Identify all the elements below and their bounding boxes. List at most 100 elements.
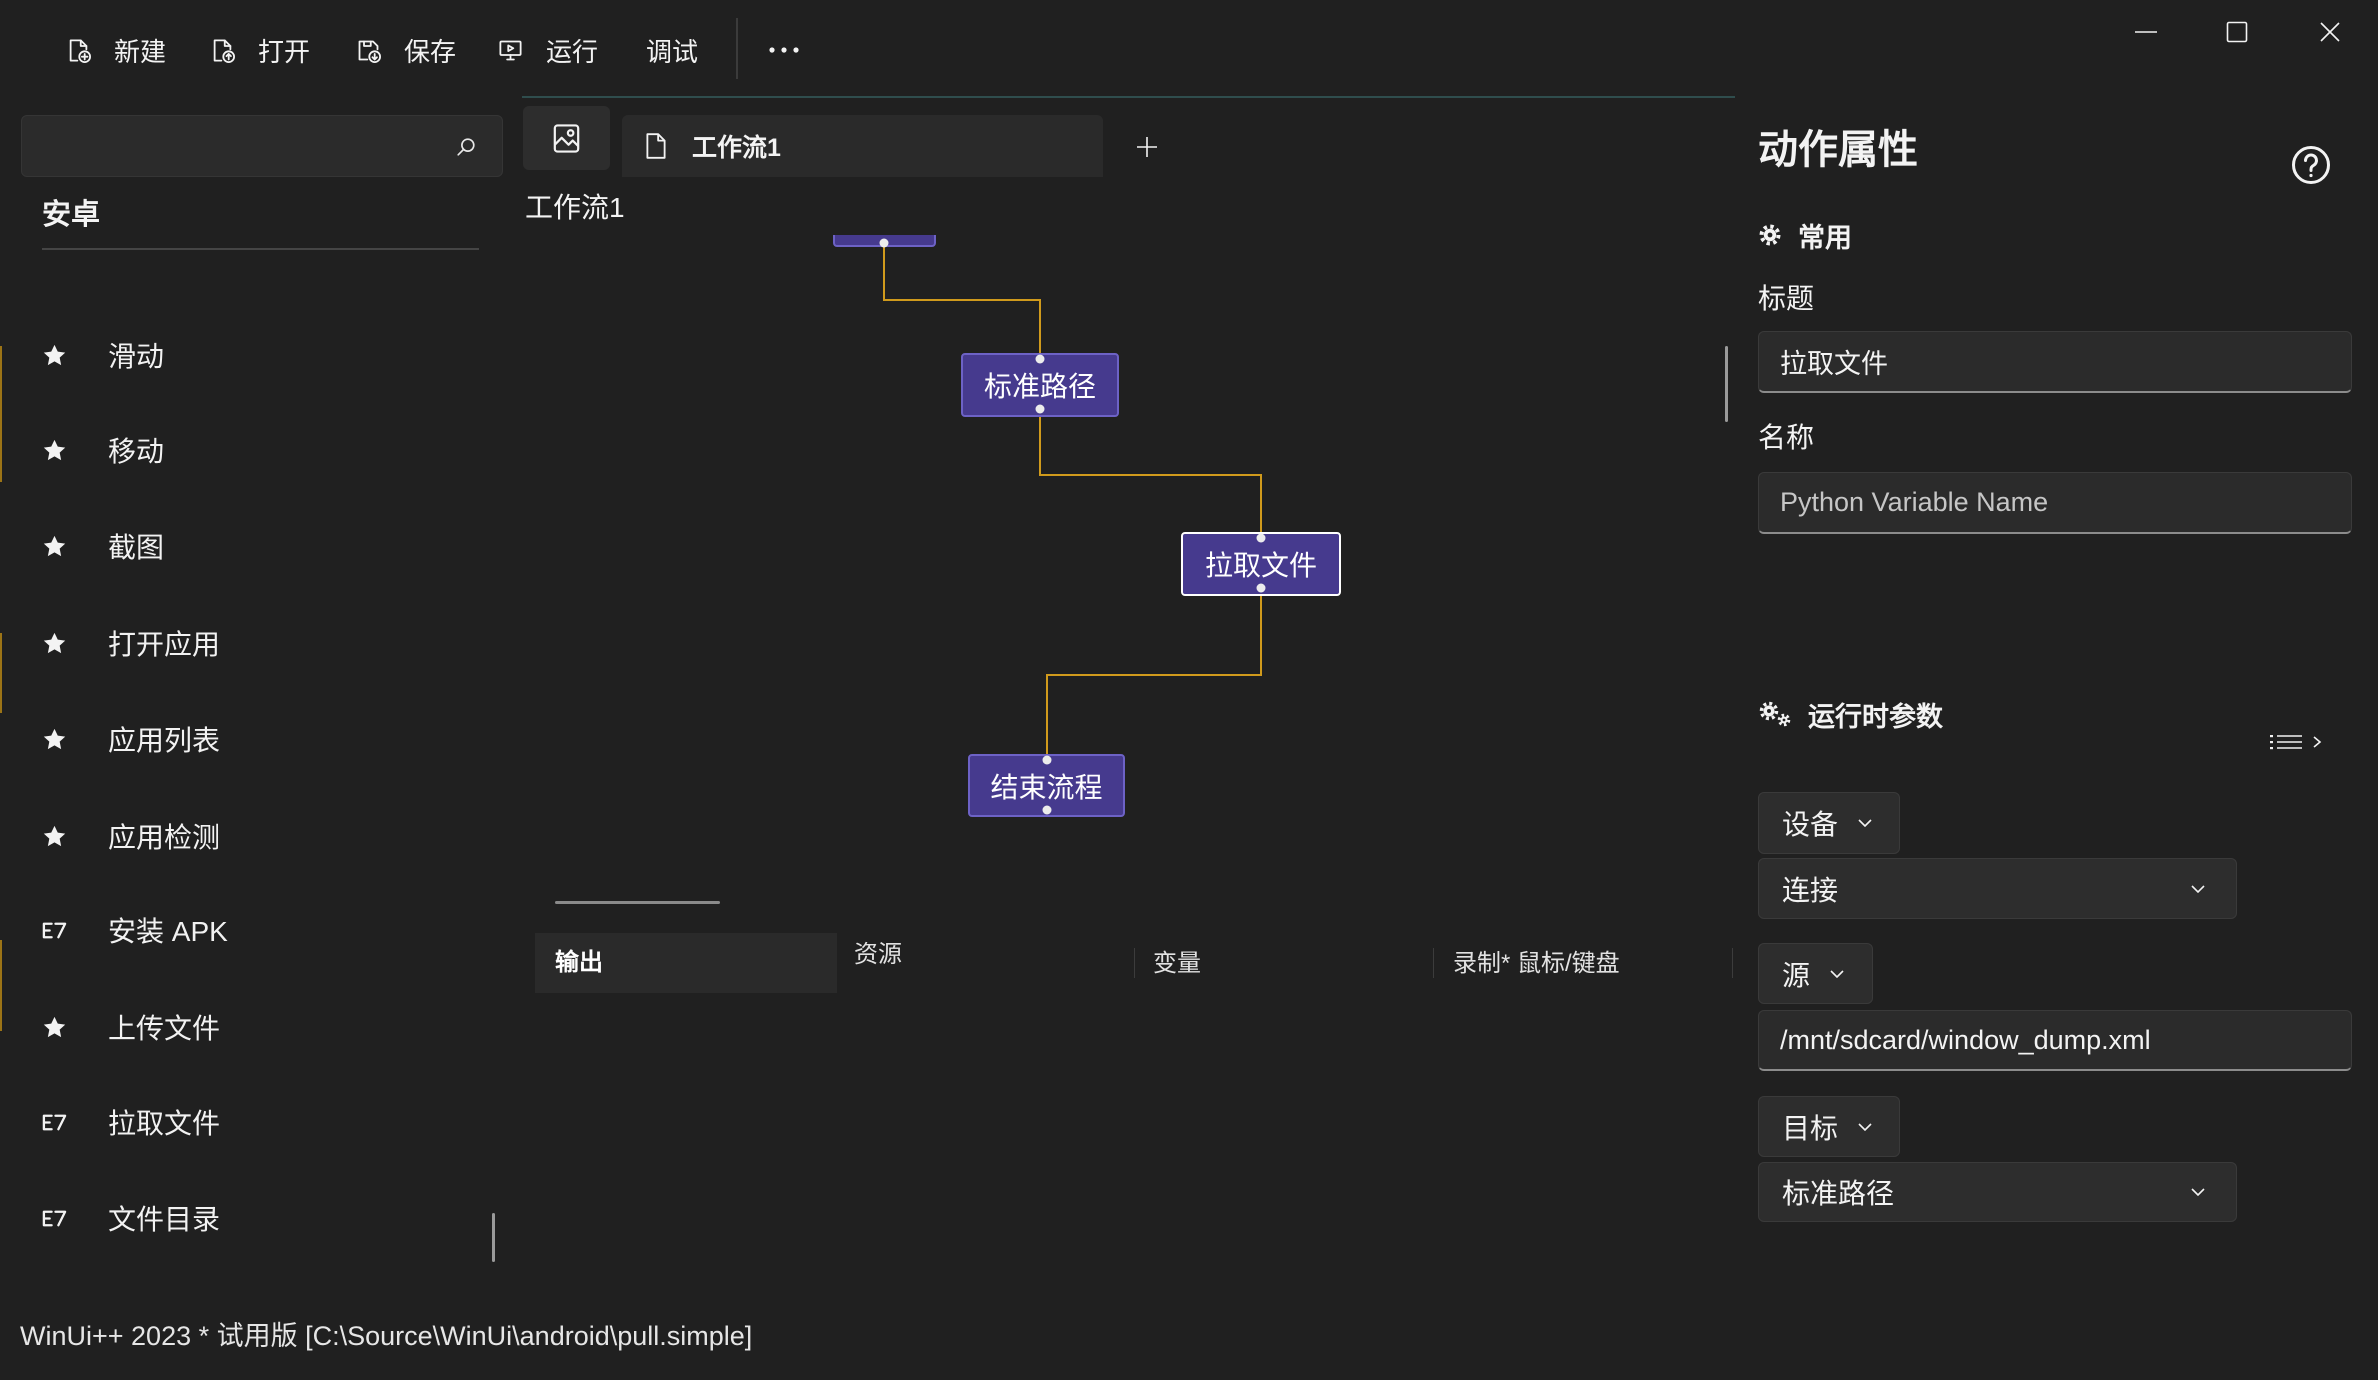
canvas-scrollbar[interactable] (1725, 346, 1728, 422)
star-icon (43, 728, 66, 749)
search-input[interactable] (21, 115, 503, 177)
target-type-dropdown[interactable]: 目标 (1758, 1096, 1900, 1157)
add-tab-button[interactable] (1131, 131, 1163, 163)
tab-record-mouse-keyboard[interactable]: 录制* 鼠标/键盘 (1453, 947, 1620, 981)
gear-icon (1759, 224, 1781, 246)
search-icon[interactable] (455, 136, 477, 158)
tab-separator (1433, 948, 1434, 978)
star-icon (43, 632, 66, 653)
source-field[interactable] (1758, 1010, 2352, 1071)
sidebar-item-file-directory[interactable]: 文件目录 (21, 1178, 491, 1258)
sidebar-item-label: 打开应用 (108, 629, 221, 660)
runtime-section-label: 运行时参数 (1808, 701, 1943, 732)
tab-separator (1732, 948, 1733, 978)
tab-output[interactable]: 输出 (535, 933, 837, 993)
left-accent (0, 940, 2, 1031)
new-file-icon (69, 38, 91, 63)
sidebar-item-swipe[interactable]: 滑动 (21, 315, 491, 395)
chevron-down-icon (2191, 884, 2205, 893)
sidebar-item-label: 应用检测 (108, 822, 221, 853)
target-combobox[interactable]: 标准路径 (1758, 1162, 2237, 1222)
star-icon (43, 535, 66, 556)
sidebar-item-label: 拉取文件 (108, 1108, 221, 1139)
connector-port (1256, 583, 1266, 593)
panel-splitter[interactable] (555, 901, 720, 904)
name-field[interactable] (1758, 472, 2352, 534)
chevron-down-icon (1858, 1122, 1872, 1131)
close-icon (2320, 22, 2340, 42)
common-section-header: 常用 (1758, 215, 1852, 255)
image-icon (553, 123, 580, 153)
close-button[interactable] (2294, 0, 2366, 64)
script-icon (42, 922, 67, 938)
help-icon[interactable] (2291, 145, 2331, 185)
target-label: 目标 (1782, 1112, 1839, 1144)
common-section-label: 常用 (1798, 222, 1852, 253)
device-type-dropdown[interactable]: 设备 (1758, 792, 1900, 854)
sidebar-item-pull-file[interactable]: 拉取文件 (21, 1082, 491, 1162)
sidebar-item-move[interactable]: 移动 (21, 410, 491, 490)
connector-port (1256, 533, 1266, 543)
section-divider (42, 248, 479, 250)
runtime-section-header: 运行时参数 (1758, 694, 1943, 734)
sidebar-item-app-list[interactable]: 应用列表 (21, 699, 491, 779)
sidebar-item-label: 安装 APK (108, 916, 228, 947)
star-icon (43, 825, 66, 846)
tab-label: 工作流1 (692, 134, 781, 162)
editor-top-border (522, 96, 1735, 98)
source-type-dropdown[interactable]: 源 (1758, 943, 1873, 1004)
connector-port (1042, 805, 1052, 815)
minimize-button[interactable] (2110, 0, 2182, 64)
sidebar-item-label: 应用列表 (108, 725, 221, 756)
sidebar-item-upload-file[interactable]: 上传文件 (21, 987, 491, 1067)
list-icon (2270, 735, 2302, 750)
run-icon (499, 40, 522, 60)
chevron-down-icon (2191, 1188, 2205, 1196)
new-button[interactable]: 新建 (56, 22, 175, 78)
plus-icon (1137, 137, 1157, 157)
sidebar-item-label: 文件目录 (108, 1204, 221, 1235)
save-button[interactable]: 保存 (346, 22, 465, 78)
device-combobox[interactable]: 连接 (1758, 858, 2237, 919)
save-button-label: 保存 (404, 36, 457, 67)
view-mode-button[interactable] (2262, 726, 2332, 758)
open-button[interactable]: 打开 (200, 22, 319, 78)
script-icon (42, 1114, 67, 1130)
tab-resources[interactable]: 资源 (854, 938, 902, 972)
workflow-canvas[interactable]: 标准路径 拉取文件 结束流程 (522, 235, 1735, 895)
debug-button[interactable]: 调试 (637, 22, 707, 78)
script-icon (42, 1210, 67, 1226)
workflow-title: 工作流1 (525, 192, 625, 223)
left-accent (0, 346, 2, 482)
debug-button-label: 调试 (646, 36, 699, 67)
tab-variables[interactable]: 变量 (1153, 947, 1201, 981)
run-button[interactable]: 运行 (488, 22, 607, 78)
connector-port (1035, 354, 1045, 364)
sidebar-item-label: 上传文件 (108, 1013, 221, 1044)
toolbar-separator (736, 18, 738, 79)
sidebar-item-label: 移动 (108, 436, 165, 467)
sidebar-scrollbar[interactable] (492, 1213, 495, 1262)
sidebar-item-open-app[interactable]: 打开应用 (21, 603, 491, 683)
title-field[interactable] (1758, 331, 2352, 393)
maximize-icon (2226, 21, 2248, 43)
open-file-icon (213, 38, 235, 63)
sidebar-item-screenshot[interactable]: 截图 (21, 506, 491, 586)
star-icon (43, 439, 66, 460)
properties-title: 动作属性 (1758, 128, 1918, 172)
open-button-label: 打开 (258, 36, 311, 67)
sidebar-item-app-check[interactable]: 应用检测 (21, 796, 491, 876)
chevron-down-icon (1830, 969, 1844, 978)
device-label: 设备 (1782, 809, 1839, 840)
connector-port (1042, 755, 1052, 765)
more-button[interactable] (758, 22, 810, 78)
star-icon (43, 1016, 66, 1037)
tab-workflow1[interactable]: 工作流1 (622, 115, 1103, 177)
connector-port (1035, 404, 1045, 414)
chevron-right-icon (2313, 736, 2322, 748)
maximize-button[interactable] (2201, 0, 2273, 64)
section-title: 安卓 (42, 199, 101, 231)
save-icon (358, 40, 381, 63)
sidebar-item-install-apk[interactable]: 安装 APK (21, 890, 491, 970)
canvas-view-button[interactable] (523, 106, 610, 170)
